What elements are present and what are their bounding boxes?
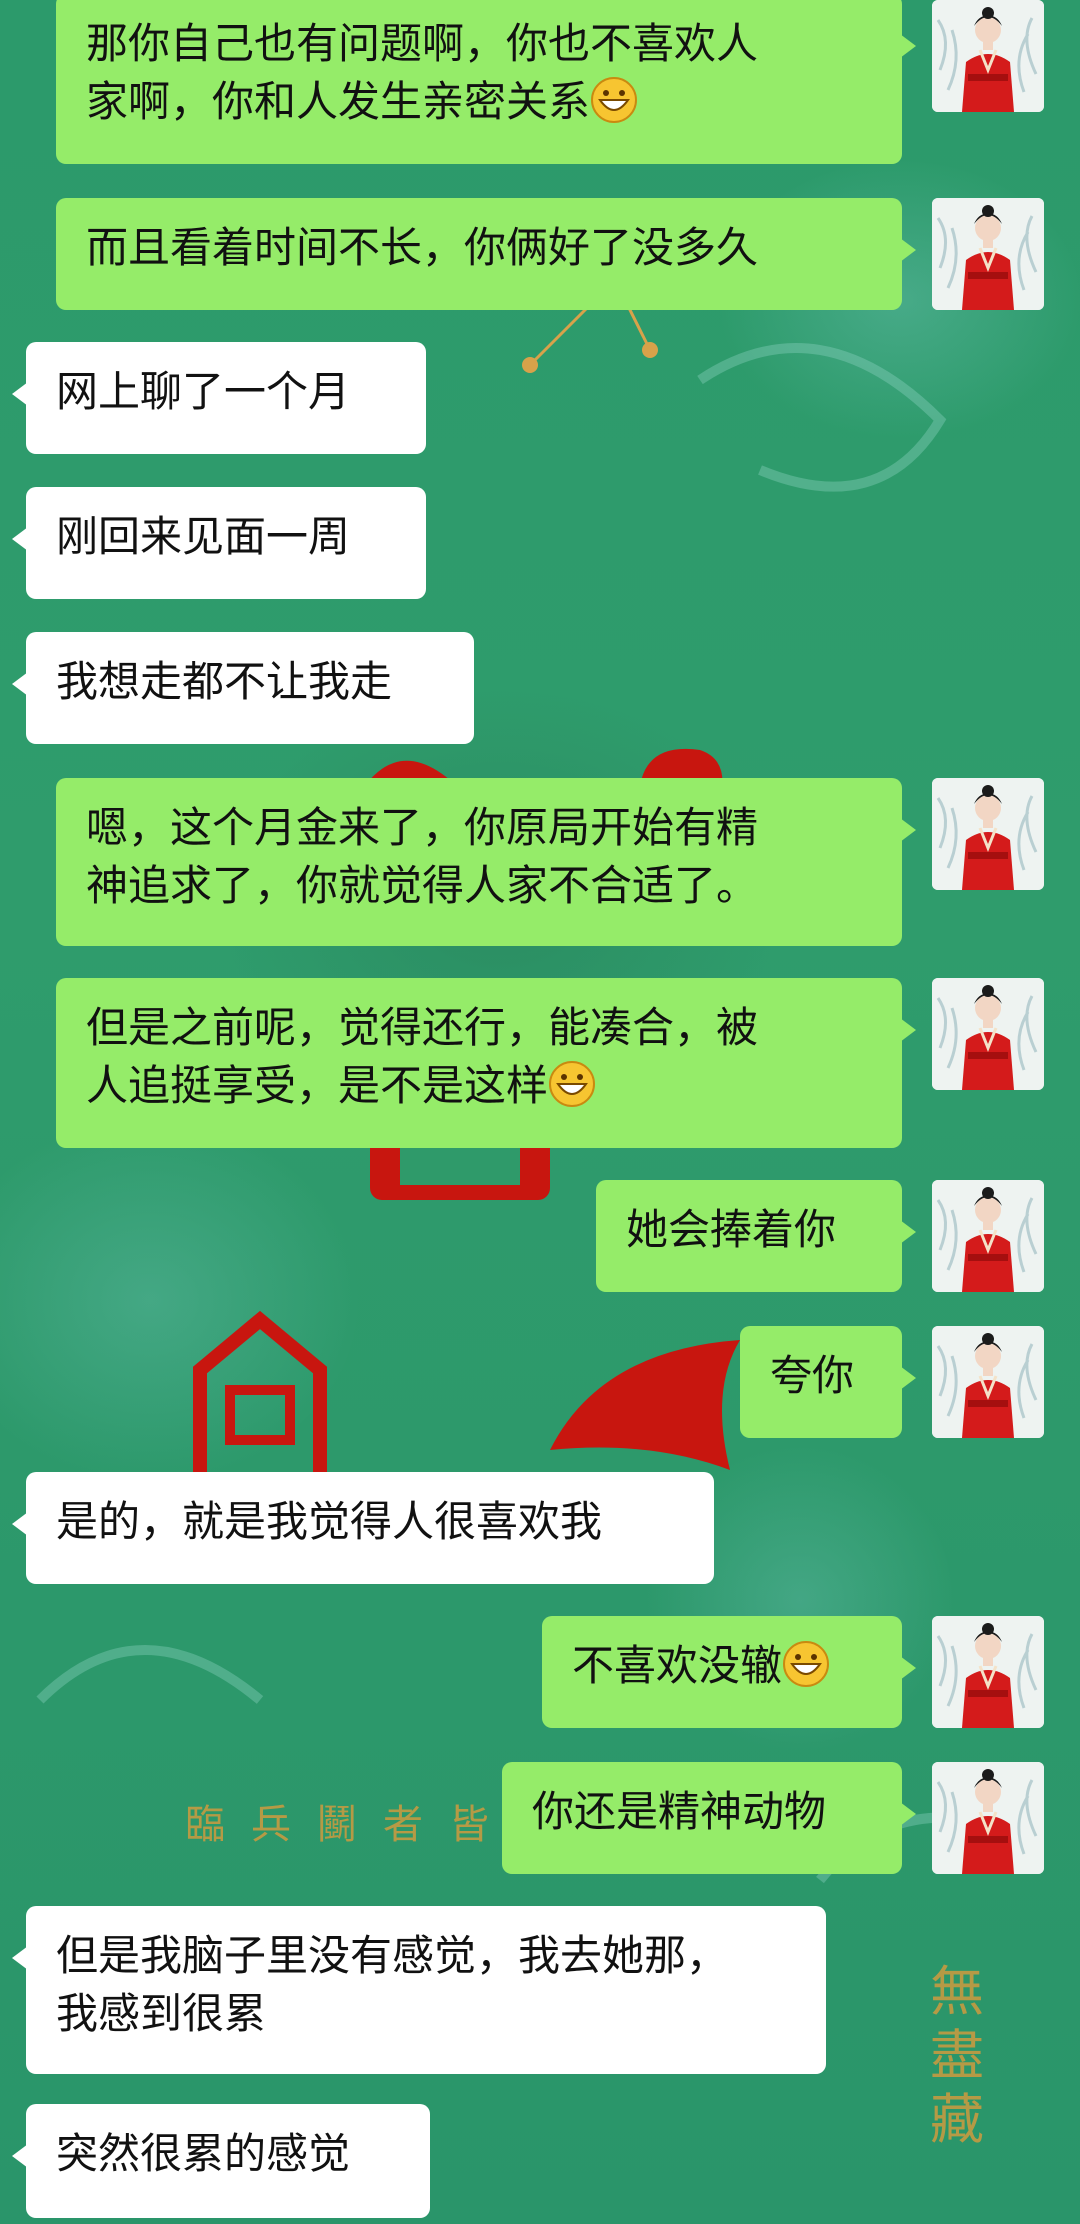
message-text: 不喜欢没辙 xyxy=(572,1641,783,1690)
avatar[interactable] xyxy=(932,1326,1044,1438)
avatar[interactable] xyxy=(932,1180,1044,1292)
message-bubble-outgoing[interactable]: 夸你 xyxy=(740,1326,916,1438)
avatar[interactable] xyxy=(932,0,1044,112)
grinning-face-icon xyxy=(783,1641,830,1687)
message-bubble-incoming[interactable]: 但是我脑子里没有感觉，我去她那， 我感到很累 xyxy=(12,1906,826,2074)
message-text: 但是之前呢，觉得还行，能凑合，被 人追挺享受，是不是这样 xyxy=(86,1003,759,1110)
message-bubble-outgoing[interactable]: 但是之前呢，觉得还行，能凑合，被 人追挺享受，是不是这样 xyxy=(56,978,916,1148)
watermark-row: 臨兵鬬者皆 xyxy=(185,1802,515,1848)
message-text: 那你自己也有问题啊，你也不喜欢人 家啊，你和人发生亲密关系 xyxy=(86,19,759,126)
message-bubble-outgoing[interactable]: 她会捧着你 xyxy=(596,1180,916,1292)
grinning-face-icon xyxy=(591,77,638,123)
message-bubble-outgoing[interactable]: 而且看着时间不长，你俩好了没多久 xyxy=(56,198,916,310)
watermark-column: 無盡藏 xyxy=(930,1960,984,2151)
avatar[interactable] xyxy=(932,1762,1044,1874)
avatar[interactable] xyxy=(932,1616,1044,1728)
avatar[interactable] xyxy=(932,978,1044,1090)
message-bubble-incoming[interactable]: 是的，就是我觉得人很喜欢我 xyxy=(12,1472,714,1584)
message-bubble-incoming[interactable]: 刚回来见面一周 xyxy=(12,487,426,599)
message-bubble-incoming[interactable]: 我想走都不让我走 xyxy=(12,632,474,744)
message-bubble-incoming[interactable]: 网上聊了一个月 xyxy=(12,342,426,454)
avatar[interactable] xyxy=(932,198,1044,310)
message-bubble-incoming[interactable]: 突然很累的感觉 xyxy=(12,2104,430,2218)
message-bubble-outgoing[interactable]: 嗯，这个月金来了，你原局开始有精 神追求了，你就觉得人家不合适了。 xyxy=(56,778,916,946)
message-bubble-outgoing[interactable]: 不喜欢没辙 xyxy=(542,1616,916,1728)
message-bubble-outgoing[interactable]: 你还是精神动物 xyxy=(502,1762,916,1874)
avatar[interactable] xyxy=(932,778,1044,890)
grinning-face-icon xyxy=(549,1061,596,1107)
message-bubble-outgoing[interactable]: 那你自己也有问题啊，你也不喜欢人 家啊，你和人发生亲密关系 xyxy=(56,0,916,164)
